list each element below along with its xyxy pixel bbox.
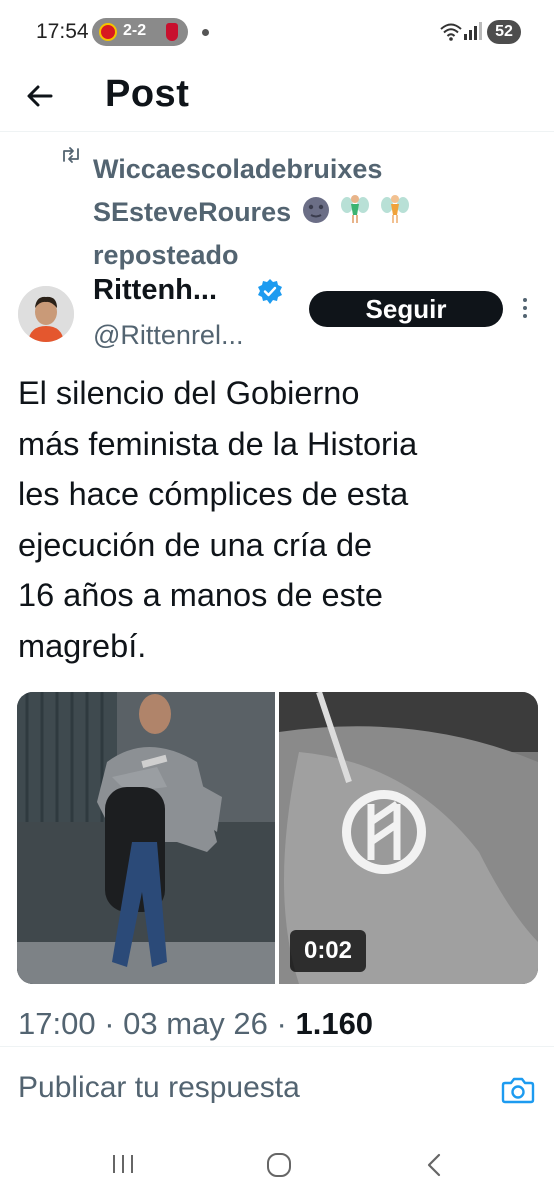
signal-icon (464, 22, 482, 40)
repost-icon (63, 147, 79, 163)
repost-user-line2: SEsteveRoures (93, 191, 513, 234)
photo-image (17, 692, 275, 984)
verified-badge-icon (258, 279, 282, 304)
back-button[interactable] (18, 74, 62, 118)
fairy-icon (341, 195, 370, 223)
battery-indicator: 52 (487, 20, 521, 44)
repost-attribution[interactable]: Wiccaescoladebruixes SEsteveRoures repos… (93, 148, 513, 277)
avatar-photo (18, 286, 74, 342)
media-photo[interactable] (17, 692, 275, 984)
tweet-text-line: más feminista de la Historia (18, 425, 418, 462)
tweet-time[interactable]: 17:00 (18, 1006, 96, 1041)
recent-apps-icon[interactable] (110, 1152, 136, 1176)
repost-user-line1: Wiccaescoladebruixes (93, 154, 383, 184)
tweet-date[interactable]: 03 may 26 (123, 1006, 268, 1041)
repost-label: reposteado (93, 240, 239, 270)
back-nav-icon[interactable] (424, 1152, 444, 1178)
status-time: 17:54 (36, 20, 89, 43)
team-crest-icon (99, 23, 117, 41)
notification-dot-icon (202, 29, 209, 36)
repost-user-name: SEsteveRoures (93, 197, 292, 227)
tweet-text-line: 16 años a manos de este (18, 577, 383, 613)
system-navigation-bar (0, 1122, 554, 1200)
separator-dot: · (276, 1006, 296, 1041)
score-text: 2-2 (123, 22, 147, 39)
author-handle[interactable]: @Rittenrel... (93, 320, 243, 351)
tweet-text: El silencio del Gobierno más feminista d… (18, 368, 538, 671)
page-title: Post (105, 73, 190, 115)
tweet-text-line: ejecución de una cría de (18, 526, 373, 563)
arrow-left-icon (27, 85, 53, 107)
camera-icon[interactable] (501, 1075, 535, 1105)
reply-composer: Publicar tu respuesta (0, 1046, 554, 1122)
fairy-icon (380, 195, 409, 223)
new-moon-face-icon (302, 197, 329, 223)
avatar[interactable] (18, 286, 74, 342)
reply-input[interactable]: Publicar tu respuesta (18, 1071, 300, 1105)
wifi-icon (440, 23, 462, 41)
live-score-badge[interactable]: 2-2 (92, 18, 188, 46)
follow-button[interactable]: Seguir (309, 291, 503, 327)
top-app-bar: Post (0, 64, 554, 132)
tweet-text-line: El silencio del Gobierno (18, 375, 360, 411)
home-icon[interactable] (266, 1152, 292, 1178)
more-options-icon[interactable] (521, 296, 529, 320)
tweet-metadata: 17:00 · 03 may 26 · 1.160 (18, 1006, 373, 1042)
status-bar: 17:54 2-2 52 (0, 0, 554, 64)
separator-dot: · (104, 1006, 124, 1041)
tweet-text-line: les hace cómplices de esta (18, 476, 409, 512)
team-crest-icon (166, 23, 178, 41)
view-count[interactable]: 1.160 (295, 1006, 373, 1041)
video-duration-badge: 0:02 (290, 930, 366, 972)
tweet-text-line: magrebí. (18, 627, 147, 664)
author-name[interactable]: Rittenh... (93, 274, 217, 307)
